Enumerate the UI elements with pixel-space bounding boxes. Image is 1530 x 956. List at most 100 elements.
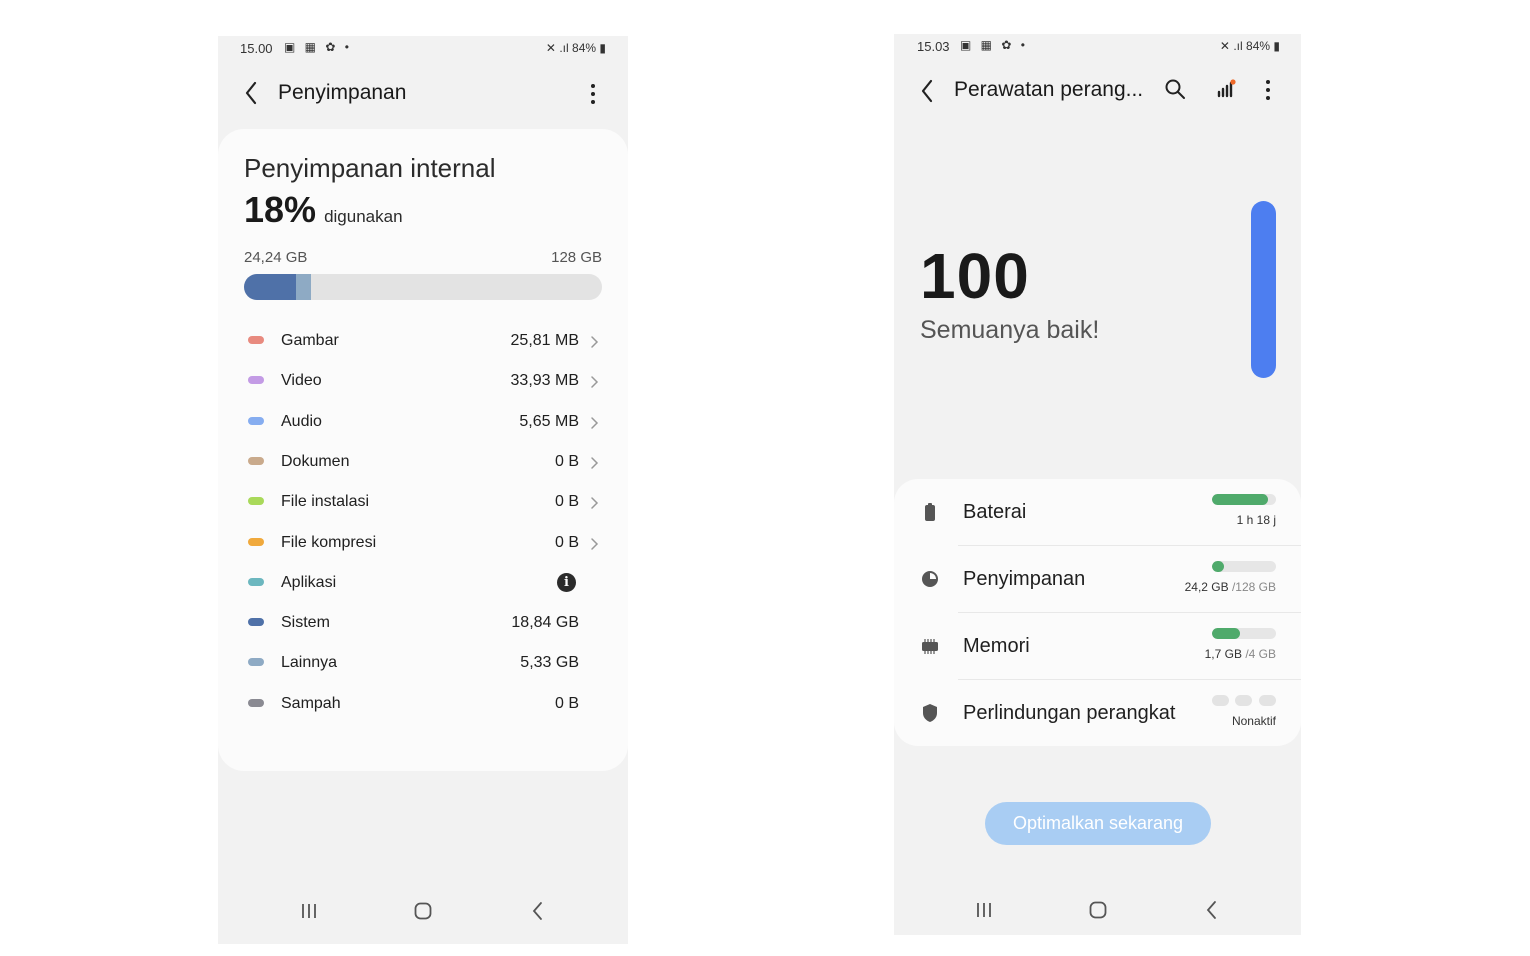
more-options-icon[interactable] — [583, 81, 603, 107]
back-icon[interactable] — [916, 76, 942, 106]
battery-percent: 84% — [572, 41, 597, 55]
category-size: 33,93 MB — [510, 372, 579, 390]
category-row[interactable]: File kompresi 0 B — [218, 523, 628, 563]
usage-bar-other — [296, 274, 311, 300]
storage-screen: 15.00 ▣ ▦ ✿ • ✕ .ıl 84% ▮ Penyimpanan Pe… — [218, 36, 628, 944]
storage-total-value: /128 GB — [1231, 580, 1276, 594]
storage-level-bar — [1212, 561, 1276, 572]
more-options-icon[interactable] — [1258, 77, 1278, 103]
category-size: 0 B — [554, 694, 579, 712]
battery-time-left: 1 h 18 j — [1237, 513, 1276, 527]
category-row[interactable]: Dokumen 0 B — [218, 442, 628, 482]
usage-percent-label: digunakan — [324, 207, 403, 226]
recent-apps-icon[interactable] — [297, 899, 321, 923]
category-row[interactable]: Lainnya 5,33 GB — [218, 643, 628, 683]
care-item-protection[interactable]: Perlindungan perangkat Nonaktif — [894, 680, 1301, 747]
category-color-dot — [248, 618, 264, 627]
memory-chip-icon — [919, 635, 941, 657]
category-row[interactable]: Video 33,93 MB — [218, 361, 628, 401]
category-label: Audio — [281, 412, 322, 430]
category-row[interactable]: Audio 5,65 MB — [218, 402, 628, 442]
protection-status: Nonaktif — [1232, 714, 1276, 728]
optimize-now-button[interactable]: Optimalkan sekarang — [985, 802, 1211, 845]
care-item-label: Memori — [963, 635, 1030, 657]
category-color-dot — [248, 497, 264, 506]
page-title: Penyimpanan — [278, 81, 407, 104]
chevron-right-icon — [589, 334, 599, 350]
battery-percent: 84% — [1246, 39, 1271, 53]
category-label: Aplikasi — [281, 573, 337, 591]
memory-used-value: 1,7 GB — [1204, 647, 1242, 661]
back-nav-icon[interactable] — [1200, 898, 1224, 922]
status-bar: 15.03 ▣ ▦ ✿ • ✕ .ıl 84% ▮ — [894, 34, 1301, 60]
status-right: ✕ .ıl 84% ▮ — [546, 41, 606, 55]
battery-icon: ▮ — [599, 41, 606, 55]
chevron-right-icon — [589, 495, 599, 511]
back-nav-icon[interactable] — [526, 899, 550, 923]
category-color-dot — [248, 456, 264, 465]
category-color-dot — [248, 336, 264, 344]
battery-level-bar — [1212, 494, 1276, 505]
care-items-card: Baterai 1 h 18 j Penyimpanan 24,2 GB /12… — [894, 479, 1301, 746]
chevron-right-icon — [589, 415, 599, 431]
navigation-bar — [218, 899, 628, 939]
score-level-bar — [1251, 201, 1276, 378]
care-item-battery[interactable]: Baterai 1 h 18 j — [894, 479, 1301, 546]
protection-status-dots — [1212, 695, 1276, 706]
chevron-right-icon — [589, 536, 599, 552]
mute-icon: ✕ — [1219, 39, 1230, 53]
category-row[interactable]: Sistem 18,84 GB — [218, 603, 628, 643]
care-item-label: Perlindungan perangkat — [963, 702, 1176, 724]
device-care-screen: 15.03 ▣ ▦ ✿ • ✕ .ıl 84% ▮ Perawatan pera… — [894, 34, 1301, 935]
stats-icon[interactable] — [1214, 77, 1238, 101]
category-size: 5,33 GB — [520, 654, 579, 672]
category-size: 0 B — [554, 533, 579, 551]
care-score: 100 — [920, 240, 1030, 312]
battery-time-value: 1 h 18 j — [1236, 513, 1276, 527]
app-bar: Penyimpanan — [218, 76, 628, 110]
care-item-storage[interactable]: Penyimpanan 24,2 GB /128 GB — [894, 546, 1301, 613]
category-size: 0 B — [554, 452, 579, 470]
storage-pie-icon — [919, 568, 941, 590]
category-label: Sistem — [281, 614, 330, 632]
memory-level-bar — [1212, 628, 1276, 639]
category-label: Lainnya — [281, 654, 338, 672]
category-row[interactable]: Sampah 0 B — [218, 684, 628, 724]
storage-level-fill — [1212, 561, 1225, 572]
back-icon[interactable] — [240, 78, 266, 108]
memory-level-fill — [1212, 628, 1240, 639]
category-row[interactable]: File instalasi 0 B — [218, 482, 628, 522]
category-color-dot — [248, 376, 264, 385]
category-row[interactable]: Aplikasi i — [218, 563, 628, 603]
category-color-dot — [248, 698, 264, 707]
status-icons: ▣ ▦ ✿ • — [960, 38, 1028, 52]
search-icon[interactable] — [1164, 78, 1186, 100]
category-color-dot — [248, 577, 264, 586]
category-size: 18,84 GB — [511, 614, 579, 632]
category-label: Sampah — [281, 694, 341, 712]
chevron-right-icon — [589, 374, 599, 390]
recent-apps-icon[interactable] — [972, 898, 996, 922]
category-label: Gambar — [281, 332, 339, 349]
category-color-dot — [248, 416, 264, 425]
category-row[interactable]: Gambar 25,81 MB — [218, 321, 628, 361]
usage-bar — [244, 274, 602, 300]
care-score-message: Semuanya baik! — [920, 316, 1100, 344]
battery-icon — [919, 501, 941, 523]
protection-status-value: Nonaktif — [1231, 714, 1276, 728]
care-item-memory[interactable]: Memori 1,7 GB /4 GB — [894, 613, 1301, 680]
used-amount: 24,24 GB — [244, 249, 308, 266]
care-item-label: Penyimpanan — [963, 568, 1086, 590]
info-icon[interactable]: i — [557, 572, 576, 592]
status-dot — [1259, 695, 1276, 706]
status-right: ✕ .ıl 84% ▮ — [1220, 39, 1280, 53]
care-item-label: Baterai — [963, 501, 1027, 523]
category-color-dot — [248, 537, 264, 546]
home-icon[interactable] — [1086, 898, 1110, 922]
signal-icon: .ıl — [559, 41, 569, 55]
storage-used-value: 24,2 GB — [1184, 580, 1229, 594]
usage-summary: 18% digunakan — [244, 189, 403, 231]
app-bar: Perawatan perang... — [894, 74, 1301, 108]
category-label: Dokumen — [281, 452, 350, 470]
home-icon[interactable] — [411, 899, 435, 923]
